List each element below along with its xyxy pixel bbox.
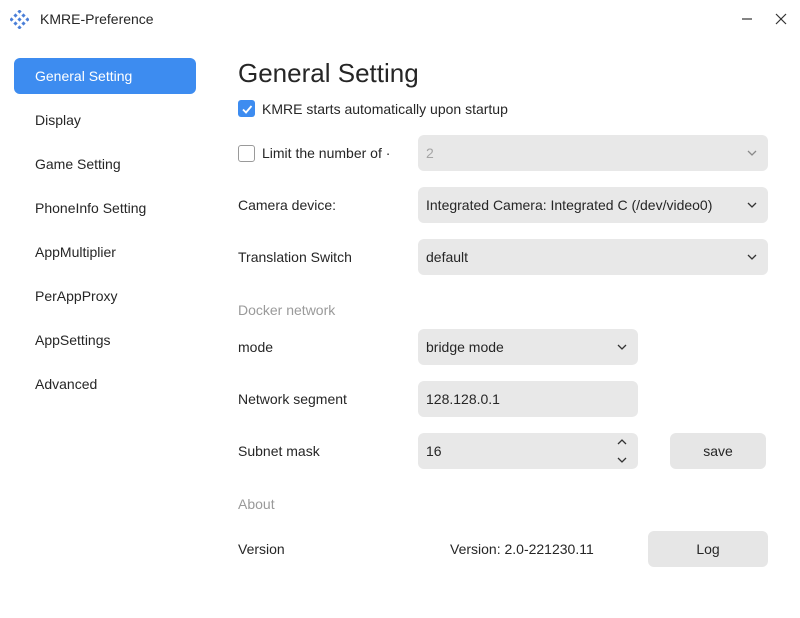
sidebar-item-appsettings[interactable]: AppSettings — [14, 322, 196, 358]
autostart-label[interactable]: KMRE starts automatically upon startup — [262, 101, 508, 117]
mode-select[interactable]: bridge mode — [418, 329, 638, 365]
subnet-mask-spinbox[interactable]: 16 — [418, 433, 638, 469]
app-logo-icon — [10, 10, 29, 29]
checkmark-icon — [241, 104, 252, 114]
autostart-checkbox[interactable] — [238, 100, 255, 117]
version-value: Version: 2.0-221230.11 — [450, 541, 594, 557]
translation-label: Translation Switch — [238, 249, 352, 265]
translation-select-value: default — [426, 249, 469, 265]
limit-select-value: 2 — [426, 145, 434, 161]
sidebar: General Setting Display Game Setting Pho… — [14, 58, 196, 410]
translation-select[interactable]: default — [418, 239, 768, 275]
chevron-down-icon — [747, 202, 757, 208]
subnet-mask-value: 16 — [426, 443, 442, 459]
chevron-up-icon[interactable] — [616, 436, 628, 448]
page-title: General Setting — [238, 58, 419, 88]
chevron-down-icon — [747, 254, 757, 260]
save-button[interactable]: save — [670, 433, 766, 469]
mode-label: mode — [238, 339, 274, 355]
chevron-down-icon — [747, 150, 757, 156]
docker-network-heading: Docker network — [238, 302, 336, 318]
camera-select[interactable]: Integrated Camera: Integrated C (/dev/vi… — [418, 187, 768, 223]
version-label: Version — [238, 541, 285, 557]
log-button[interactable]: Log — [648, 531, 768, 567]
about-heading: About — [238, 496, 275, 512]
sidebar-item-display[interactable]: Display — [14, 102, 196, 138]
sidebar-item-general-setting[interactable]: General Setting — [14, 58, 196, 94]
network-segment-value: 128.128.0.1 — [426, 391, 500, 407]
camera-select-value: Integrated Camera: Integrated C (/dev/vi… — [426, 197, 713, 213]
sidebar-item-appmultiplier[interactable]: AppMultiplier — [14, 234, 196, 270]
sidebar-item-perappproxy[interactable]: PerAppProxy — [14, 278, 196, 314]
chevron-down-icon — [617, 344, 627, 350]
minimize-icon — [742, 18, 752, 20]
mode-select-value: bridge mode — [426, 339, 504, 355]
sidebar-item-game-setting[interactable]: Game Setting — [14, 146, 196, 182]
network-segment-input[interactable]: 128.128.0.1 — [418, 381, 638, 417]
sidebar-item-phoneinfo-setting[interactable]: PhoneInfo Setting — [14, 190, 196, 226]
limit-checkbox[interactable] — [238, 145, 255, 162]
chevron-down-icon[interactable] — [616, 454, 628, 466]
subnet-mask-label: Subnet mask — [238, 443, 320, 459]
camera-label: Camera device: — [238, 197, 337, 213]
limit-label[interactable]: Limit the number of · — [262, 145, 390, 161]
close-button[interactable] — [772, 10, 790, 28]
close-icon — [775, 13, 787, 25]
window-title: KMRE-Preference — [40, 11, 154, 27]
title-bar: KMRE-Preference — [0, 0, 800, 38]
network-segment-label: Network segment — [238, 391, 347, 407]
limit-select[interactable]: 2 — [418, 135, 768, 171]
minimize-button[interactable] — [738, 10, 756, 28]
sidebar-item-advanced[interactable]: Advanced — [14, 366, 196, 402]
